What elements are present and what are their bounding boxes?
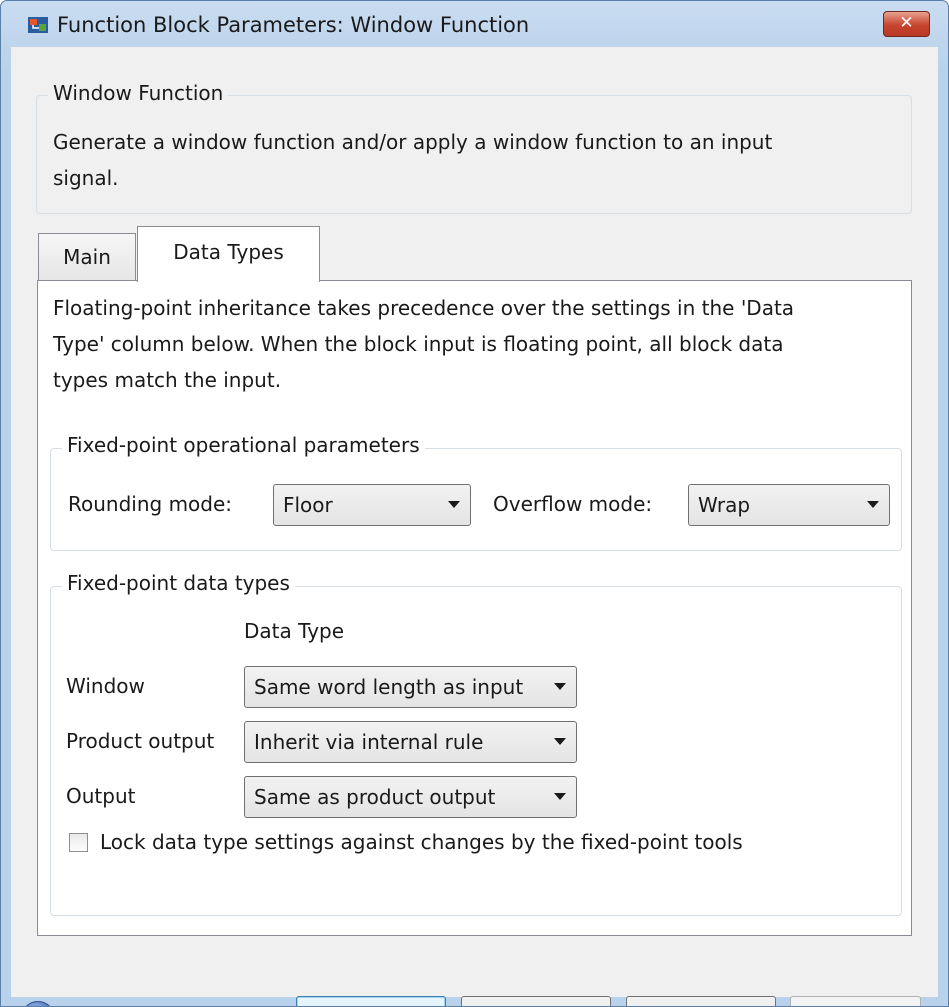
ok-button[interactable]: OK (296, 996, 446, 1006)
overflow-mode-label: Overflow mode: (493, 492, 653, 516)
chevron-down-icon (554, 683, 566, 690)
tab-main[interactable]: Main (38, 233, 136, 280)
output-data-type-select[interactable]: Same as product output (244, 776, 577, 818)
rounding-mode-select[interactable]: Floor (273, 484, 471, 526)
fixed-point-data-types-title: Fixed-point data types (62, 571, 295, 595)
product-output-data-type-select[interactable]: Inherit via internal rule (244, 721, 577, 763)
window-data-type-value: Same word length as input (254, 675, 524, 699)
output-row-label: Output (66, 784, 136, 808)
lock-data-type-checkbox[interactable] (69, 833, 88, 852)
product-output-row-label: Product output (66, 729, 215, 753)
dialog-client-area: Window Function Generate a window functi… (11, 47, 938, 1006)
overflow-mode-value: Wrap (698, 493, 751, 517)
chevron-down-icon (448, 501, 460, 508)
info-text-line-2: Type' column below. When the block input… (53, 332, 784, 356)
product-output-data-type-value: Inherit via internal rule (254, 730, 484, 754)
help-question-icon[interactable]: ? (21, 1001, 55, 1006)
tab-data-types[interactable]: Data Types (137, 226, 320, 282)
window-row-label: Window (66, 674, 145, 698)
dialog-window: Function Block Parameters: Window Functi… (0, 0, 949, 1007)
overflow-mode-select[interactable]: Wrap (688, 484, 890, 526)
apply-button[interactable]: Apply (790, 996, 921, 1006)
output-data-type-value: Same as product output (254, 785, 496, 809)
chevron-down-icon (867, 501, 879, 508)
window-title: Function Block Parameters: Window Functi… (57, 13, 530, 37)
help-button[interactable]: Help (626, 996, 776, 1006)
window-data-type-select[interactable]: Same word length as input (244, 666, 577, 708)
info-text-line-3: types match the input. (53, 368, 282, 392)
fixed-point-operational-title: Fixed-point operational parameters (62, 433, 425, 457)
title-bar[interactable]: Function Block Parameters: Window Functi… (1, 1, 948, 47)
data-types-panel: Floating-point inheritance takes precede… (37, 280, 912, 936)
description-group-title: Window Function (48, 81, 229, 105)
rounding-mode-label: Rounding mode: (68, 492, 233, 516)
close-button[interactable]: ✕ (883, 11, 930, 37)
cancel-button[interactable]: Cancel (461, 996, 611, 1006)
description-text-line-1: Generate a window function and/or apply … (53, 130, 773, 154)
chevron-down-icon (554, 738, 566, 745)
info-text-line-1: Floating-point inheritance takes precede… (53, 296, 795, 320)
description-text-line-2: signal. (53, 166, 119, 190)
data-type-column-header: Data Type (244, 619, 345, 643)
simulink-app-icon (28, 17, 48, 33)
lock-data-type-label[interactable]: Lock data type settings against changes … (100, 825, 743, 859)
rounding-mode-value: Floor (283, 493, 333, 517)
close-icon: ✕ (899, 13, 914, 33)
chevron-down-icon (554, 793, 566, 800)
